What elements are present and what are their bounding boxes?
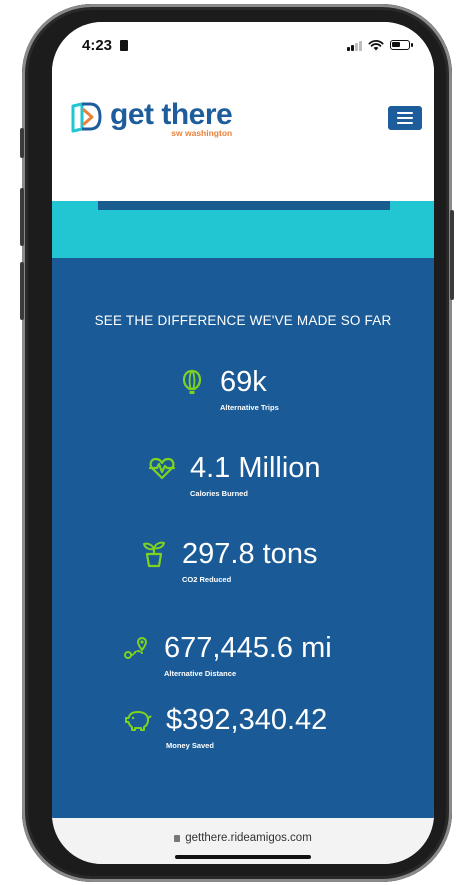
balloon-icon bbox=[182, 369, 202, 394]
site-logo[interactable]: get there sw washington bbox=[70, 98, 233, 139]
phone-volume-up-button bbox=[20, 188, 24, 246]
stat-text: 69k Alternative Trips bbox=[220, 366, 279, 412]
stat-money-saved: $392,340.42 Money Saved bbox=[124, 704, 327, 750]
route-icon bbox=[124, 637, 147, 659]
teal-banner-bar bbox=[98, 201, 390, 210]
logo-mark-icon bbox=[71, 102, 102, 133]
stat-value: 297.8 tons bbox=[182, 538, 318, 570]
stat-label: Money Saved bbox=[166, 741, 214, 750]
stat-calories-burned: 4.1 Million Calories Burned bbox=[148, 452, 321, 498]
stat-text: 4.1 Million Calories Burned bbox=[190, 452, 321, 498]
home-indicator[interactable] bbox=[175, 855, 311, 859]
stat-label: CO2 Reduced bbox=[182, 575, 232, 584]
stat-label: Alternative Distance bbox=[164, 669, 237, 678]
stat-text: $392,340.42 Money Saved bbox=[166, 704, 327, 750]
hamburger-menu-icon[interactable] bbox=[388, 106, 422, 130]
stat-text: 297.8 tons CO2 Reduced bbox=[182, 538, 317, 584]
wifi-icon bbox=[368, 39, 384, 51]
status-bar: 4:23 bbox=[52, 22, 434, 66]
stat-text: 677,445.6 mi Alternative Distance bbox=[164, 632, 332, 678]
logo-text: get there bbox=[110, 98, 233, 131]
plant-icon bbox=[143, 541, 165, 568]
phone-screen: 4:23 get there sw washington SEE THE DIF… bbox=[52, 22, 434, 864]
stat-alternative-distance: 677,445.6 mi Alternative Distance bbox=[122, 632, 332, 678]
phone-power-button bbox=[450, 210, 454, 300]
orientation-lock-icon bbox=[120, 40, 128, 51]
site-header: get there sw washington bbox=[52, 66, 434, 201]
piggy-bank-icon bbox=[125, 711, 152, 731]
stat-value: 677,445.6 mi bbox=[164, 632, 332, 664]
logo-text-block: get there sw washington bbox=[110, 98, 233, 139]
stat-value: $392,340.42 bbox=[166, 704, 328, 736]
heartbeat-icon bbox=[148, 457, 176, 480]
browser-url-bar[interactable]: getthere.rideamigos.com bbox=[52, 818, 434, 864]
url-display[interactable]: getthere.rideamigos.com bbox=[52, 832, 434, 844]
teal-banner bbox=[52, 201, 434, 258]
phone-volume-down-button bbox=[20, 262, 24, 320]
stat-label: Calories Burned bbox=[190, 489, 248, 498]
status-time: 4:23 bbox=[82, 37, 113, 54]
status-icons bbox=[347, 39, 413, 51]
stat-label: Alternative Trips bbox=[220, 403, 279, 412]
cellular-signal-icon bbox=[347, 40, 362, 51]
stat-alternative-trips: 69k Alternative Trips bbox=[178, 366, 279, 412]
url-text: getthere.rideamigos.com bbox=[185, 832, 312, 844]
stat-value: 4.1 Million bbox=[190, 452, 321, 484]
phone-side-button bbox=[20, 128, 24, 158]
stat-value: 69k bbox=[220, 366, 267, 398]
lock-icon bbox=[174, 835, 181, 842]
battery-icon bbox=[390, 40, 413, 50]
stat-co2-reduced: 297.8 tons CO2 Reduced bbox=[140, 538, 317, 584]
stats-section: SEE THE DIFFERENCE WE'VE MADE SO FAR 69k… bbox=[52, 258, 434, 818]
stats-heading: SEE THE DIFFERENCE WE'VE MADE SO FAR bbox=[94, 313, 392, 328]
